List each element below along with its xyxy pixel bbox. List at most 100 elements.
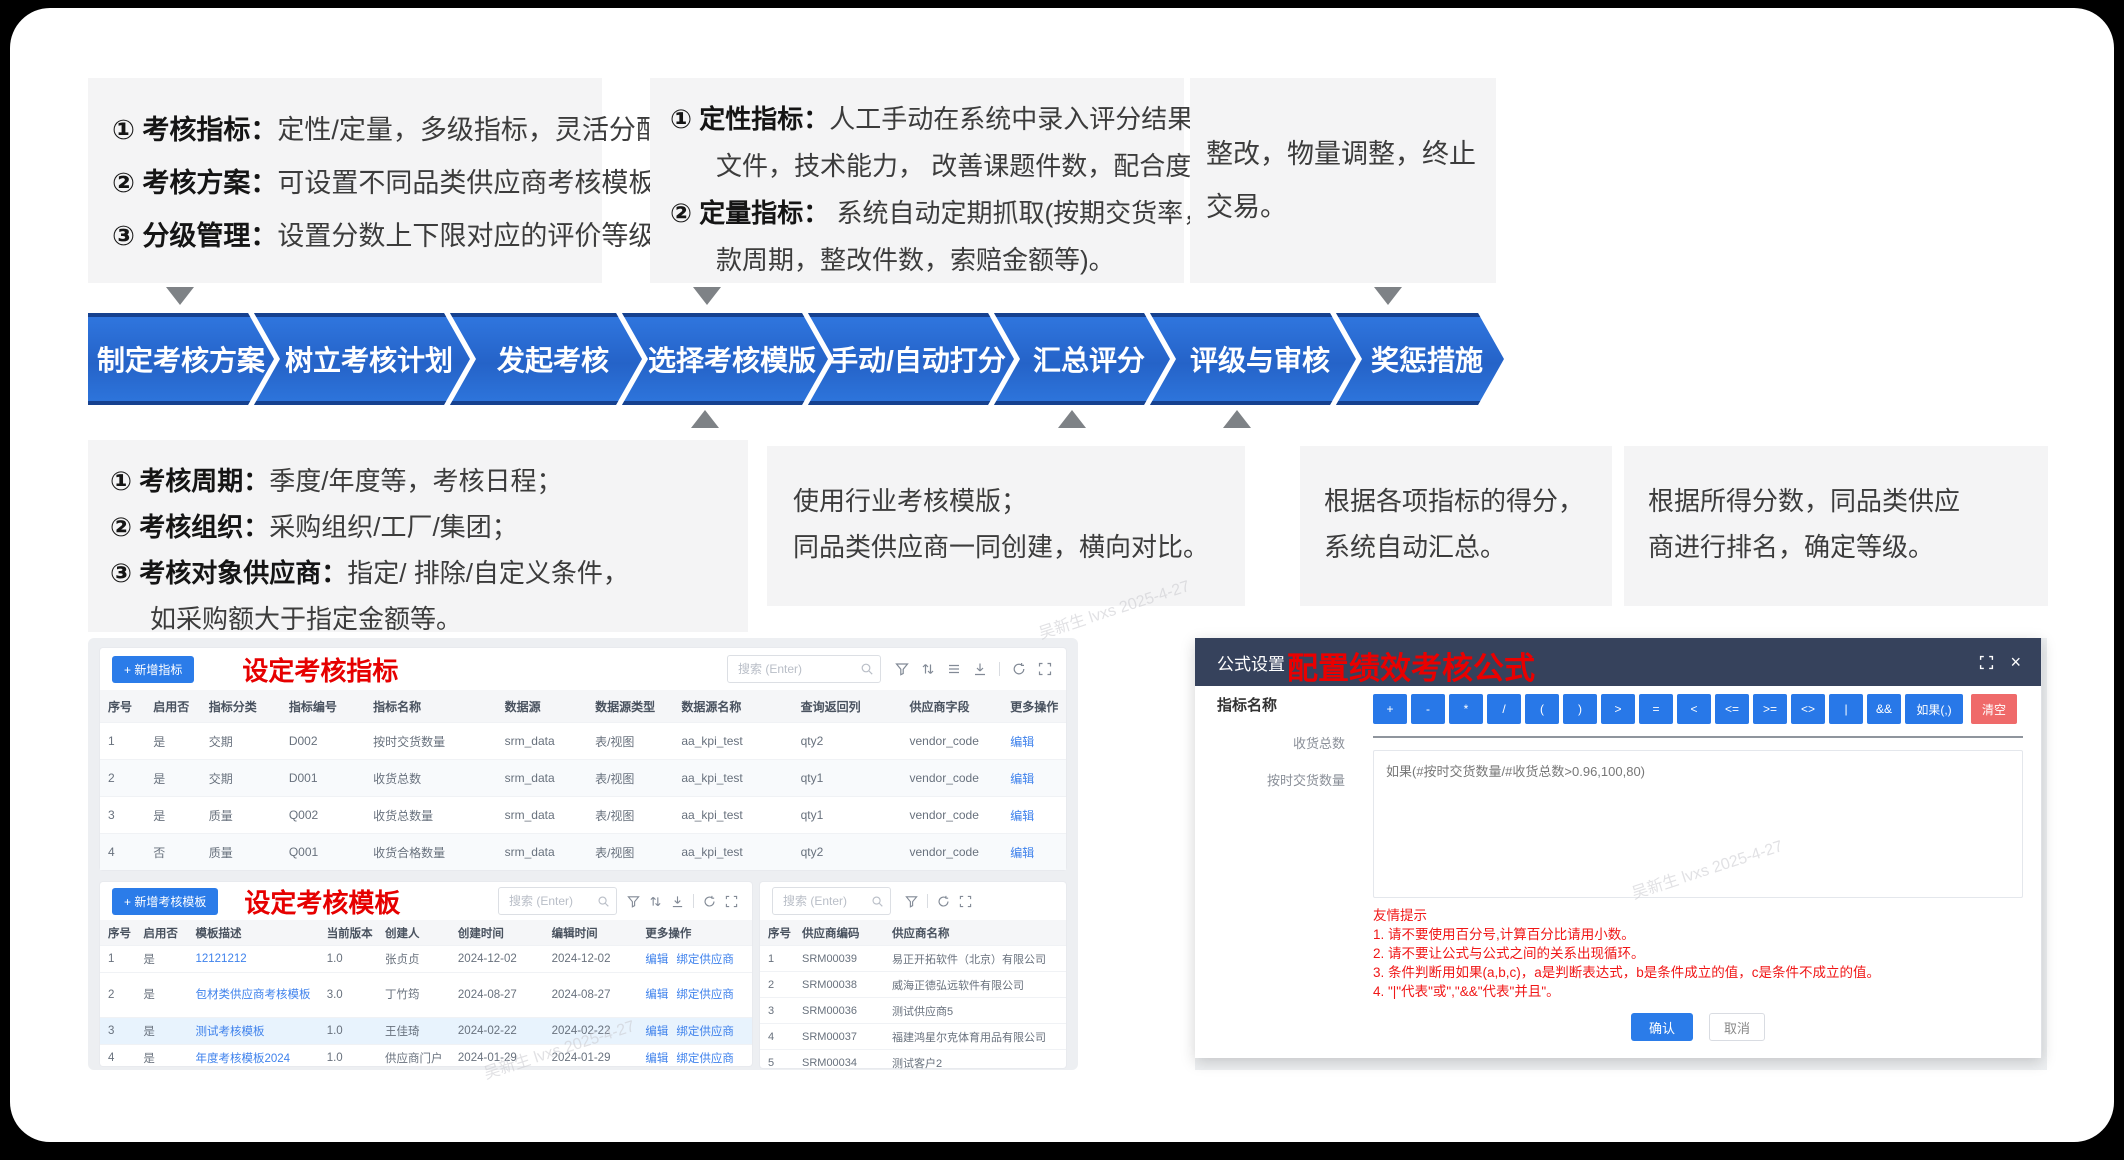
- op-open-paren-button[interactable]: (: [1525, 694, 1559, 724]
- template-desc-link[interactable]: 测试考核模板: [195, 1026, 264, 1038]
- note-term: ① 考核指标：: [112, 115, 277, 145]
- confirm-button[interactable]: 确认: [1631, 1013, 1693, 1041]
- divider: [1373, 736, 2023, 738]
- sort-icon[interactable]: [649, 895, 662, 908]
- table-row: 3是质量Q002收货总数量srm_data表/视图aa_kpi_testqty1…: [100, 797, 1066, 834]
- table-row: 3SRM00036测试供应商5: [760, 998, 1066, 1024]
- table-header-row: 序号启用否指标分类指标编号指标名称数据源数据源类型数据源名称查询返回列供应商字段…: [100, 690, 1066, 723]
- op-lt-button[interactable]: <: [1677, 694, 1711, 724]
- op-eq-button[interactable]: =: [1639, 694, 1673, 724]
- cancel-button[interactable]: 取消: [1709, 1013, 1765, 1041]
- op-minus-button[interactable]: -: [1411, 694, 1445, 724]
- op-close-paren-button[interactable]: ): [1563, 694, 1597, 724]
- note-box-indicator-types: ① 定性指标：人工手动在系统中录入评分结果(体系 文件，技术能力， 改善课题件数…: [650, 78, 1184, 283]
- fullscreen-icon[interactable]: [959, 895, 972, 908]
- connector-triangle-down: [166, 287, 194, 305]
- clear-button[interactable]: 清空: [1971, 694, 2017, 724]
- table-row: 2是包材类供应商考核模板3.0丁竹筠2024-08-272024-08-27编辑…: [100, 973, 752, 1018]
- table-row: 1是121212121.0张贞贞2024-12-022024-12-02编辑绑定…: [100, 946, 752, 973]
- table-row: 1SRM00039易正开拓软件（北京）有限公司: [760, 946, 1066, 972]
- note-term: ② 定量指标：: [670, 198, 829, 228]
- table-row: 2是交期D001收货总数srm_data表/视图aa_kpi_testqty1v…: [100, 760, 1066, 797]
- op-gt-button[interactable]: >: [1601, 694, 1635, 724]
- close-icon[interactable]: ×: [2010, 653, 2021, 671]
- note-box-ranking: 根据所得分数，同品类供应 商进行排名，确定等级。: [1624, 446, 2048, 606]
- screenshot-tables-panel: + 新增指标 设定考核指标 序: [88, 638, 1078, 1070]
- bind-supplier-link[interactable]: 绑定供应商: [676, 954, 734, 966]
- table-row: 4是年度考核模板20241.0供应商门户2024-01-292024-01-29…: [100, 1045, 752, 1072]
- supplier-search-box[interactable]: [772, 887, 891, 915]
- refresh-icon[interactable]: [937, 895, 950, 908]
- search-icon[interactable]: [860, 662, 874, 676]
- edit-link[interactable]: 编辑: [645, 954, 668, 966]
- template-desc-link[interactable]: 包材类供应商考核模板: [195, 989, 310, 1001]
- screenshot-formula-dialog: 公式设置 配置绩效考核公式 × 指标名称 收货总数 按时交货数量 + - * /…: [1195, 638, 2047, 1070]
- connector-triangle-down: [693, 287, 721, 305]
- table-header-row: 序号供应商编码供应商名称: [760, 920, 1066, 946]
- operator-buttons: + - * / ( ) > = < <= >= <> | && 如果(,) 清空: [1373, 694, 2023, 724]
- download-icon[interactable]: [973, 662, 987, 676]
- note-term: ① 考核周期：: [110, 466, 269, 496]
- add-template-button[interactable]: + 新增考核模板: [112, 888, 218, 915]
- note-box-auto-summary: 根据各项指标的得分， 系统自动汇总。: [1300, 446, 1612, 606]
- edit-link[interactable]: 编辑: [645, 1053, 668, 1065]
- download-icon[interactable]: [671, 895, 684, 908]
- edit-link[interactable]: 编辑: [1010, 735, 1034, 749]
- sidebar-item-ontime-qty[interactable]: 按时交货数量: [1195, 770, 1359, 789]
- note-box-cycle: ① 考核周期：季度/年度等，考核日程； ② 考核组织：采购组织/工厂/集团； ③…: [88, 440, 748, 632]
- filter-icon[interactable]: [905, 895, 918, 908]
- op-and-button[interactable]: &&: [1867, 694, 1901, 724]
- template-desc-link[interactable]: 年度考核模板2024: [195, 1053, 290, 1065]
- op-or-button[interactable]: |: [1829, 694, 1863, 724]
- filter-icon[interactable]: [627, 895, 640, 908]
- op-gte-button[interactable]: >=: [1753, 694, 1787, 724]
- list-icon[interactable]: [947, 662, 961, 676]
- supplier-search-input[interactable]: [781, 893, 871, 909]
- note-term: ① 定性指标：: [670, 104, 829, 134]
- op-neq-button[interactable]: <>: [1791, 694, 1825, 724]
- edit-link[interactable]: 编辑: [645, 989, 668, 1001]
- indicator-search-box[interactable]: [727, 655, 881, 683]
- note-box-plan: ① 考核指标：定性/定量，多级指标，灵活分配权重； ② 考核方案：可设置不同品类…: [88, 78, 602, 283]
- sort-icon[interactable]: [921, 662, 935, 676]
- search-icon[interactable]: [871, 895, 884, 908]
- fullscreen-icon[interactable]: [1038, 662, 1052, 676]
- bind-supplier-link[interactable]: 绑定供应商: [676, 1053, 734, 1065]
- op-lte-button[interactable]: <=: [1715, 694, 1749, 724]
- op-divide-button[interactable]: /: [1487, 694, 1521, 724]
- bind-supplier-link[interactable]: 绑定供应商: [676, 989, 734, 1001]
- connector-triangle-up: [1058, 410, 1086, 428]
- edit-link[interactable]: 编辑: [1010, 809, 1034, 823]
- flow-step-reward-punish: 奖惩措施: [1336, 313, 1504, 405]
- op-plus-button[interactable]: +: [1373, 694, 1407, 724]
- supplier-table-card: 序号供应商编码供应商名称 1SRM00039易正开拓软件（北京）有限公司 2SR…: [760, 882, 1066, 1068]
- edit-link[interactable]: 编辑: [1010, 846, 1034, 860]
- template-search-input[interactable]: [507, 893, 597, 909]
- filter-icon[interactable]: [895, 662, 909, 676]
- bind-supplier-link[interactable]: 绑定供应商: [676, 1026, 734, 1038]
- note-term: ② 考核方案：: [112, 168, 277, 198]
- indicator-search-input[interactable]: [736, 661, 860, 677]
- template-search-box[interactable]: [498, 887, 617, 915]
- formula-editor-area: + - * / ( ) > = < <= >= <> | && 如果(,) 清空: [1373, 694, 2023, 1041]
- formula-hints: 友情提示 1. 请不要使用百分号,计算百分比请用小数。 2. 请不要让公式与公式…: [1373, 906, 2023, 1001]
- connector-triangle-down: [1374, 287, 1402, 305]
- annotation-set-templates: 设定考核模板: [244, 883, 400, 920]
- search-icon[interactable]: [597, 895, 610, 908]
- connector-triangle-up: [691, 410, 719, 428]
- add-indicator-button[interactable]: + 新增指标: [112, 656, 194, 683]
- fullscreen-icon[interactable]: [1979, 655, 1994, 670]
- refresh-icon[interactable]: [703, 895, 716, 908]
- op-multiply-button[interactable]: *: [1449, 694, 1483, 724]
- edit-link[interactable]: 编辑: [645, 1026, 668, 1038]
- formula-textarea[interactable]: 如果(#按时交货数量/#收货总数>0.96,100,80): [1373, 750, 2023, 898]
- sidebar-item-receipt-total[interactable]: 收货总数: [1195, 733, 1359, 752]
- edit-link[interactable]: 编辑: [1010, 772, 1034, 786]
- divider: [927, 894, 928, 908]
- fullscreen-icon[interactable]: [725, 895, 738, 908]
- sidebar-label: 指标名称: [1195, 694, 1359, 715]
- refresh-icon[interactable]: [1012, 662, 1026, 676]
- template-desc-link[interactable]: 12121212: [195, 953, 246, 965]
- flow-step-scoring: 手动/自动打分: [808, 313, 1014, 405]
- op-if-button[interactable]: 如果(,): [1905, 694, 1963, 724]
